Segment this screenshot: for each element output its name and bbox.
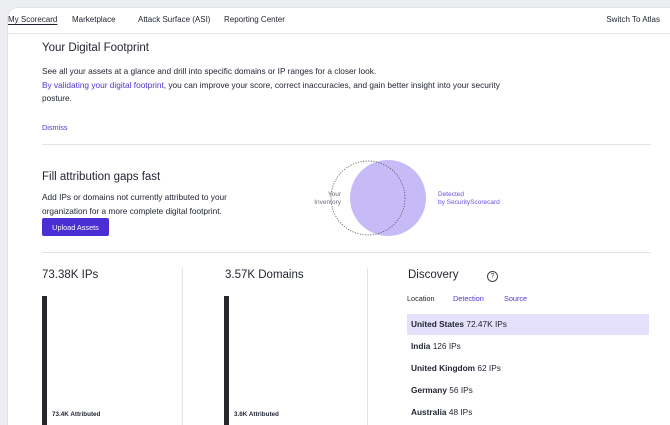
ips-bar-label: 73.4K Attributed	[52, 411, 101, 418]
venn-inventory-line2: Inventory	[314, 199, 341, 206]
venn-inventory-line1: Your	[327, 191, 341, 198]
footprint-description: See all your assets at a glance and dril…	[42, 65, 522, 106]
tab-reporting-center[interactable]: Reporting Center	[224, 15, 285, 24]
location-value: 62 IPs	[477, 363, 501, 373]
ips-title: 73.38K IPs	[42, 269, 99, 281]
discovery-tab-location[interactable]: Location	[407, 294, 435, 303]
location-value: 72.47K IPs	[466, 319, 507, 329]
tab-marketplace[interactable]: Marketplace	[72, 15, 116, 24]
tab-my-scorecard[interactable]: My Scorecard	[8, 15, 57, 24]
location-value: 56 IPs	[449, 385, 473, 395]
domains-title: 3.57K Domains	[225, 269, 304, 281]
discovery-tab-source[interactable]: Source	[504, 294, 527, 303]
list-item[interactable]: Australia 48 IPs	[407, 402, 649, 423]
validate-footprint-link[interactable]: By validating your digital footprint	[42, 80, 164, 90]
switch-to-atlas-link[interactable]: Switch To Atlas	[606, 15, 660, 24]
attribution-title: Fill attribution gaps fast	[42, 171, 161, 183]
column-divider	[182, 268, 183, 425]
divider	[42, 252, 651, 253]
location-value: 126 IPs	[432, 341, 461, 351]
upload-assets-button[interactable]: Upload Assets	[42, 218, 109, 236]
footprint-line1: See all your assets at a glance and dril…	[42, 66, 377, 76]
venn-detected-circle	[350, 160, 426, 236]
tab-attack-surface[interactable]: Attack Surface (ASI)	[138, 15, 210, 24]
ips-attributed-bar	[42, 296, 47, 425]
app-frame: My Scorecard Marketplace Attack Surface …	[0, 0, 670, 425]
list-item[interactable]: United States 72.47K IPs	[407, 314, 649, 335]
discovery-title: Discovery	[408, 269, 459, 281]
list-item[interactable]: Germany 56 IPs	[407, 380, 649, 401]
domains-attributed-bar	[224, 296, 229, 425]
location-name: Australia	[411, 407, 447, 417]
location-name: India	[411, 341, 431, 351]
location-name: United Kingdom	[411, 363, 476, 373]
location-value: 48 IPs	[448, 407, 473, 417]
venn-detected-line2: by SecurityScorecard	[438, 199, 500, 206]
help-icon[interactable]: ?	[487, 271, 498, 282]
list-item[interactable]: India 126 IPs	[407, 336, 649, 357]
discovery-tab-detection[interactable]: Detection	[453, 294, 484, 303]
main-card: My Scorecard Marketplace Attack Surface …	[8, 8, 670, 425]
location-name: United States	[411, 319, 465, 329]
venn-detected-label: Detected by SecurityScorecard	[438, 191, 528, 207]
dismiss-link[interactable]: Dismiss	[42, 123, 68, 132]
discovery-list: United States 72.47K IPs India 126 IPs U…	[407, 314, 649, 424]
column-divider	[367, 268, 368, 425]
divider	[42, 144, 651, 145]
footprint-title: Your Digital Footprint	[42, 42, 149, 54]
top-nav: My Scorecard Marketplace Attack Surface …	[8, 8, 670, 34]
venn-inventory-label: Your Inventory	[299, 191, 341, 207]
list-item[interactable]: United Kingdom 62 IPs	[407, 358, 649, 379]
domains-bar-label: 3.6K Attributed	[234, 411, 279, 418]
location-name: Germany	[411, 385, 447, 395]
venn-detected-line1: Detected	[438, 191, 465, 198]
attribution-description: Add IPs or domains not currently attribu…	[42, 192, 227, 216]
